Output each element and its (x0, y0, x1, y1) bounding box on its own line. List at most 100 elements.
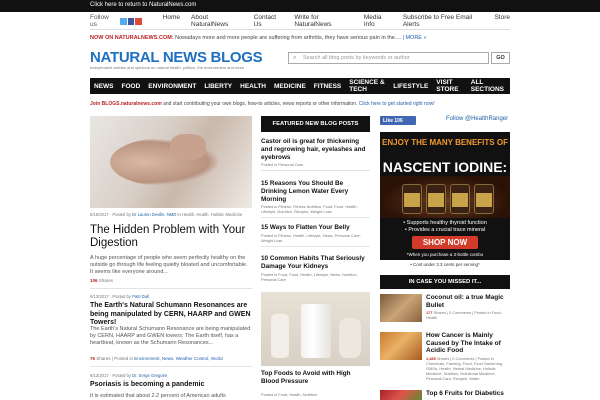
cat-lifestyle[interactable]: LIFESTYLE (389, 83, 432, 90)
lead-article-title[interactable]: The Hidden Problem with Your Digestion (90, 224, 252, 250)
featured-title[interactable]: Castor oil is great for thickening and r… (261, 138, 370, 161)
article-author-link[interactable]: Patti Dall (132, 294, 149, 299)
article-title[interactable]: Psoriasis is becoming a pandemic (90, 381, 252, 390)
facebook-like-button[interactable]: Like 106 (380, 116, 416, 125)
featured-item[interactable]: Castor oil is great for thickening and r… (261, 138, 370, 172)
cat-science-tech[interactable]: SCIENCE & TECH (345, 79, 389, 93)
article-author-link[interactable]: Dr Lauren Deville, NMD (132, 212, 176, 217)
article-excerpt: It is estimated that about 2.2 percent o… (90, 393, 226, 399)
share-count: 106 (90, 278, 98, 283)
shop-now-button[interactable]: SHOP NOW (412, 236, 478, 249)
now-label: NOW ON NATURALNEWS.COM: (90, 35, 174, 41)
featured-meta: Posted in Personal Care (261, 162, 304, 168)
sidebar-article-meta: 177 Shares | 0 Comments | Posted in Food… (426, 310, 510, 320)
article-author-link[interactable]: Dr. Serge Gregoire (132, 373, 167, 378)
featured-item[interactable]: 10 Common Habits That Seriously Damage Y… (261, 255, 370, 282)
lead-article-excerpt: A huge percentage of people who seem per… (90, 255, 248, 275)
now-text[interactable]: Nowadays more and more people are suffer… (174, 35, 401, 41)
article-excerpt: The Earth's Natural Schumann Resonance a… (90, 326, 251, 346)
site-tagline: Independent articles and opinions on nat… (90, 65, 245, 70)
featured-item[interactable]: 15 Ways to Flatten Your Belly Posted in F… (261, 224, 370, 247)
divider (90, 288, 252, 289)
article-tags[interactable]: in Health, Health, Holistic Medicine (176, 212, 243, 217)
lead-article-shares: 106 Shares (90, 278, 113, 283)
bottle-icon (474, 184, 494, 214)
share-label: Shares (97, 278, 114, 283)
bottle-icon (450, 184, 470, 214)
share-label: Shares | Posted in (95, 356, 135, 361)
featured-title[interactable]: 15 Reasons You Should Be Drinking Lemon … (261, 180, 370, 203)
featured-meta: Posted in Fitness, Fitness Nutrition, Fo… (261, 204, 358, 215)
sidebar-thumbnail[interactable] (380, 390, 422, 400)
ad-footnote: *When you purchase a 3-bottle combo (406, 252, 484, 257)
category-nav: NEWS FOOD ENVIRONMENT LIBERTY HEALTH MED… (90, 78, 510, 94)
sidebar-meta-text: Shares | 0 Comments | Posted in Chemical… (426, 355, 503, 381)
article-title[interactable]: The Earth's Natural Schumann Resonances … (90, 302, 252, 328)
cat-food[interactable]: FOOD (118, 83, 145, 90)
search-go-button[interactable]: GO (491, 52, 510, 64)
like-label: Like 106 (383, 118, 403, 124)
ad-point: • Provides a crucial trace mineral (404, 227, 486, 233)
site-logo[interactable]: NATURAL NEWS BLOGS (90, 49, 263, 66)
cat-visit-store[interactable]: VISIT STORE (432, 79, 466, 93)
featured-meta: Posted in Food, Health, Nutrition (261, 392, 318, 397)
cat-news[interactable]: NEWS (90, 83, 118, 90)
cat-health[interactable]: HEALTH (236, 83, 270, 90)
article-tags[interactable]: Environment, News, Weather Control, Worl… (134, 356, 222, 361)
ad-line1: ENJOY THE MANY BENEFITS OF (382, 138, 508, 147)
featured-title[interactable]: Top Foods to Avoid with High Blood Press… (261, 370, 370, 386)
lead-article-image[interactable] (90, 116, 252, 208)
nav-write[interactable]: Write for NaturalNews (294, 14, 353, 28)
all-sections-button[interactable]: ALL SECTIONS (467, 79, 510, 93)
featured-image-milk[interactable] (261, 292, 370, 366)
nav-about[interactable]: About NaturalNews (191, 14, 243, 28)
return-link[interactable]: Click here to return to NaturalNews.com (90, 2, 196, 8)
sidebar-article-title[interactable]: Coconut oil: a true Magic Bullet (426, 294, 510, 309)
nav-contact[interactable]: Contact Us (254, 14, 284, 28)
article-date: 6/13/2017 · Posted by (90, 373, 133, 378)
google-plus-icon[interactable] (135, 17, 142, 25)
search-icon: ⌕ (293, 55, 297, 61)
nav-store[interactable]: Store (494, 14, 510, 28)
divider (261, 170, 370, 172)
divider (261, 217, 370, 219)
twitter-icon[interactable] (119, 17, 127, 25)
sidebar-article-title[interactable]: Top 6 Fruits for Diabetics (426, 390, 510, 398)
cat-medicine[interactable]: MEDICINE (270, 83, 310, 90)
now-more-link[interactable]: | MORE » (401, 35, 426, 41)
image-glass (301, 304, 331, 358)
image-jug (339, 318, 361, 358)
image-hand (170, 134, 206, 160)
follow-label: Follow us (90, 14, 109, 28)
featured-item[interactable]: 15 Reasons You Should Be Drinking Lemon … (261, 180, 370, 219)
bottle-icon (402, 184, 422, 214)
join-lead[interactable]: Join BLOGS.naturalnews.com (90, 101, 162, 107)
cat-environment[interactable]: ENVIRONMENT (144, 83, 200, 90)
ad-headline: NASCENT IODINE: (382, 159, 508, 175)
divider (90, 366, 252, 367)
cat-fitness[interactable]: FITNESS (310, 83, 345, 90)
cat-liberty[interactable]: LIBERTY (200, 83, 236, 90)
featured-title[interactable]: 10 Common Habits That Seriously Damage Y… (261, 255, 370, 271)
facebook-icon[interactable] (127, 17, 135, 25)
sidebar-article-title[interactable]: How Cancer is Mainly Caused by The Intak… (426, 332, 510, 355)
article-date: 6/16/2017 · Posted by (90, 212, 133, 217)
search-input[interactable]: ⌕ Search all blog posts by keywords or au… (288, 52, 489, 64)
nav-media[interactable]: Media Info (364, 14, 392, 28)
nav-home[interactable]: Home (163, 14, 180, 28)
article-date: 6/13/2017 · Posted by (90, 294, 133, 299)
sidebar-thumbnail[interactable] (380, 332, 422, 360)
ad-point: • Cost under 3.3 cents per serving* (410, 262, 480, 267)
image-bottle (271, 314, 289, 358)
sidebar-thumbnail[interactable] (380, 294, 422, 322)
join-link[interactable]: Click here to get started right now! (359, 101, 435, 107)
nav-subscribe[interactable]: Subscribe to Free Email Alerts (403, 14, 484, 28)
return-bar[interactable]: Click here to return to NaturalNews.com (0, 0, 600, 12)
featured-title[interactable]: 15 Ways to Flatten Your Belly (261, 224, 370, 232)
iodine-ad-banner[interactable]: ENJOY THE MANY BENEFITS OF ENJOY THE MAN… (380, 132, 510, 260)
featured-header: FEATURED NEW BLOG POSTS (261, 116, 370, 132)
article-meta: 6/16/2017 · Posted by Dr Lauren Deville,… (90, 212, 252, 218)
join-text: and start contributing your own blogs, h… (161, 101, 359, 107)
twitter-follow-link[interactable]: Follow @HealthRanger (446, 116, 508, 122)
divider (90, 29, 510, 30)
